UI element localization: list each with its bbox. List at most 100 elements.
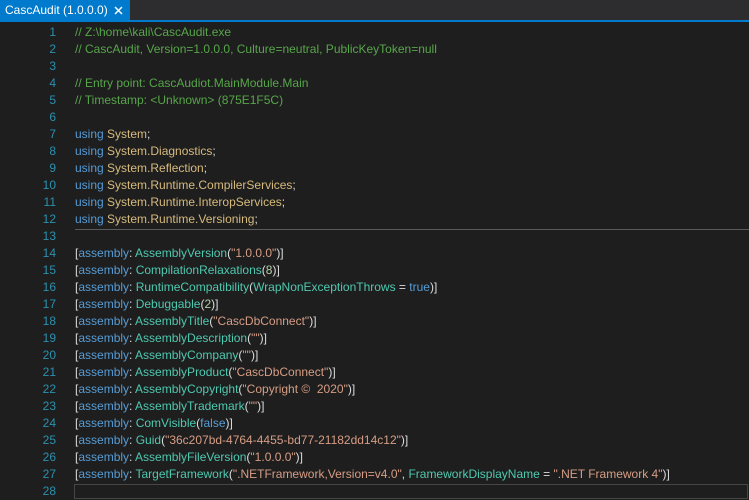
- line-number: 22: [42, 382, 56, 396]
- line-number: 10: [42, 178, 56, 192]
- block-separator: [75, 229, 749, 230]
- line-number: 20: [42, 348, 56, 362]
- code-text: [assembly: AssemblyTitle("CascDbConnect"…: [75, 313, 317, 330]
- code-line[interactable]: 25 [assembly: Guid("36c207bd-4764-4455-bd…: [0, 432, 749, 449]
- line-number: 12: [42, 212, 56, 226]
- code-token: assembly: [78, 246, 130, 260]
- code-line[interactable]: 4 // Entry point: CascAudiot.MainModule.M…: [0, 75, 749, 92]
- code-token: AssemblyCopyright: [135, 382, 239, 396]
- line-number: 14: [42, 246, 56, 260]
- code-token: // Z:\home\kali\CascAudit.exe: [75, 25, 232, 39]
- code-token: "": [248, 399, 258, 413]
- code-line[interactable]: 19 [assembly: AssemblyDescription("")]: [0, 330, 749, 347]
- code-line[interactable]: 13: [0, 228, 749, 245]
- code-line[interactable]: 22 [assembly: AssemblyCopyright("Copyrigh…: [0, 381, 749, 398]
- close-icon: [113, 5, 123, 15]
- code-token: =: [539, 467, 554, 481]
- code-line[interactable]: 20 [assembly: AssemblyCompany("")]: [0, 347, 749, 364]
- code-line[interactable]: 23 [assembly: AssemblyTrademark("")]: [0, 398, 749, 415]
- code-line[interactable]: 14 [assembly: AssemblyVersion("1.0.0.0")]: [0, 245, 749, 262]
- code-token: AssemblyDescription: [135, 331, 248, 345]
- line-number: 1: [49, 25, 56, 39]
- code-line[interactable]: 17 [assembly: Debuggable(2)]: [0, 296, 749, 313]
- code-token: )]: [259, 331, 267, 345]
- code-token: :: [129, 280, 136, 294]
- code-token: RuntimeCompatibility: [135, 280, 250, 294]
- code-token: // CascAudit, Version=1.0.0.0, Culture=n…: [75, 42, 437, 56]
- code-text: [assembly: AssemblyVersion("1.0.0.0")]: [75, 245, 284, 262]
- code-line[interactable]: 9 using System.Reflection;: [0, 160, 749, 177]
- code-text: [assembly: ComVisible(false)]: [75, 415, 233, 432]
- code-line[interactable]: 26 [assembly: AssemblyFileVersion("1.0.0.…: [0, 449, 749, 466]
- code-token: assembly: [78, 450, 130, 464]
- code-line[interactable]: 27 [assembly: TargetFramework(".NETFramew…: [0, 466, 749, 483]
- code-line[interactable]: 21 [assembly: AssemblyProduct("CascDbConn…: [0, 364, 749, 381]
- code-token: )]: [662, 467, 670, 481]
- code-token: )]: [276, 246, 284, 260]
- code-line[interactable]: 15 [assembly: CompilationRelaxations(8)]: [0, 262, 749, 279]
- code-text: using System.Runtime.CompilerServices;: [75, 177, 296, 194]
- code-token: ".NETFramework,Version=v4.0": [232, 467, 402, 481]
- code-line[interactable]: 1 // Z:\home\kali\CascAudit.exe: [0, 24, 749, 41]
- close-tab-button[interactable]: [111, 3, 125, 17]
- code-text: // Z:\home\kali\CascAudit.exe: [75, 24, 231, 41]
- code-line[interactable]: 3: [0, 58, 749, 75]
- line-number: 18: [42, 314, 56, 328]
- code-token: :: [129, 416, 136, 430]
- code-token: )]: [295, 450, 303, 464]
- line-number: 15: [42, 263, 56, 277]
- code-line[interactable]: 11 using System.Runtime.InteropServices;: [0, 194, 749, 211]
- code-line[interactable]: 6: [0, 109, 749, 126]
- code-line[interactable]: 16 [assembly: RuntimeCompatibility(WrapNo…: [0, 279, 749, 296]
- code-text: using System.Runtime.InteropServices;: [75, 194, 285, 211]
- code-token: FrameworkDisplayName: [408, 467, 540, 481]
- code-token: WrapNonExceptionThrows: [253, 280, 396, 294]
- code-token: AssemblyProduct: [135, 365, 229, 379]
- code-token: AssemblyTitle: [135, 314, 210, 328]
- code-line[interactable]: 5 // Timestamp: <Unknown> (875E1F5C): [0, 92, 749, 109]
- code-token: )]: [347, 382, 356, 396]
- code-token: ;: [254, 212, 258, 226]
- code-token: ;: [292, 178, 296, 192]
- line-number: 2: [49, 42, 56, 56]
- code-text: [assembly: AssemblyDescription("")]: [75, 330, 267, 347]
- code-token: using: [75, 127, 104, 141]
- code-token: AssemblyFileVersion: [135, 450, 247, 464]
- code-line[interactable]: 8 using System.Diagnostics;: [0, 143, 749, 160]
- code-text: [assembly: CompilationRelaxations(8)]: [75, 262, 280, 279]
- tab-title: CascAudit (1.0.0.0): [5, 3, 108, 17]
- code-area[interactable]: 1 // Z:\home\kali\CascAudit.exe 2 // CascAu…: [0, 22, 749, 500]
- code-line[interactable]: 18 [assembly: AssemblyTitle("CascDbConnec…: [0, 313, 749, 330]
- code-line[interactable]: 2 // CascAudit, Version=1.0.0.0, Culture=…: [0, 41, 749, 58]
- code-line[interactable]: 10 using System.Runtime.CompilerServices;: [0, 177, 749, 194]
- code-token: assembly: [78, 280, 130, 294]
- code-token: "CascDbConnect": [232, 365, 329, 379]
- code-text: // Timestamp: <Unknown> (875E1F5C): [75, 92, 283, 109]
- code-token: AssemblyVersion: [135, 246, 228, 260]
- code-token: =: [395, 280, 410, 294]
- code-token: assembly: [78, 399, 130, 413]
- code-token: )]: [211, 297, 219, 311]
- code-token: )]: [328, 365, 336, 379]
- code-text: using System.Diagnostics;: [75, 143, 216, 160]
- code-token: Guid: [135, 433, 162, 447]
- line-number: 7: [49, 127, 56, 141]
- line-number: 11: [43, 195, 56, 209]
- code-text: [assembly: TargetFramework(".NETFramewor…: [75, 466, 670, 483]
- code-text: [assembly: AssemblyFileVersion("1.0.0.0"…: [75, 449, 303, 466]
- line-number: 13: [42, 229, 56, 243]
- code-token: :: [129, 297, 136, 311]
- tab-cascaudit[interactable]: CascAudit (1.0.0.0): [0, 0, 130, 20]
- code-line[interactable]: 12 using System.Runtime.Versioning;: [0, 211, 749, 228]
- code-token: using: [75, 144, 104, 158]
- line-number: 27: [42, 467, 56, 481]
- code-token: ;: [147, 127, 151, 141]
- code-line[interactable]: 24 [assembly: ComVisible(false)]: [0, 415, 749, 432]
- code-token: )]: [309, 314, 317, 328]
- line-number: 26: [42, 450, 56, 464]
- code-token: // Timestamp: <Unknown> (875E1F5C): [75, 93, 284, 107]
- code-token: using: [75, 212, 104, 226]
- code-line[interactable]: 7 using System;: [0, 126, 749, 143]
- line-number: 19: [42, 331, 56, 345]
- code-token: CompilationRelaxations: [135, 263, 262, 277]
